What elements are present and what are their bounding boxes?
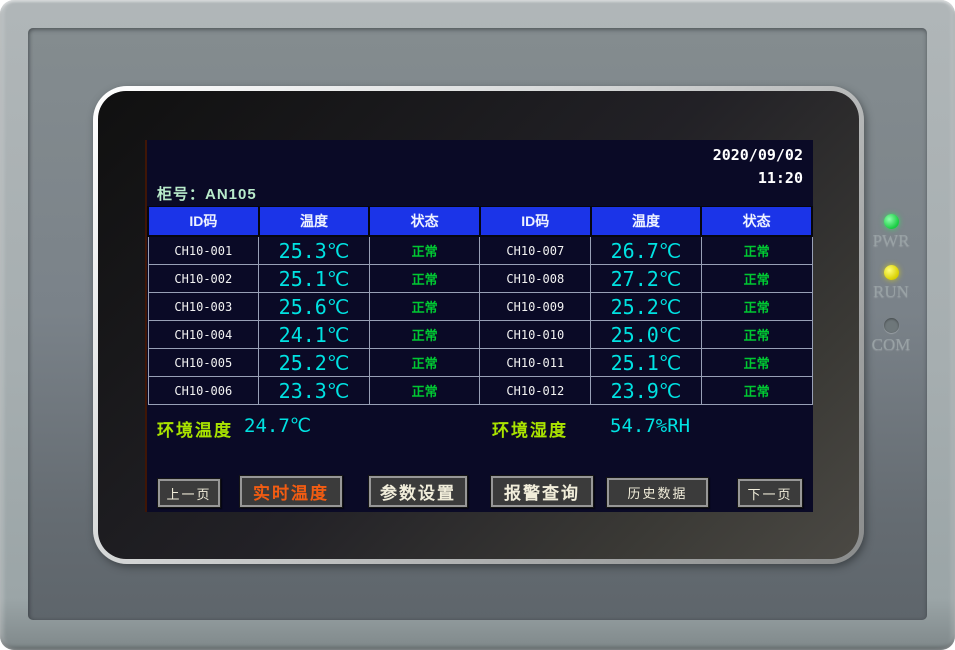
channel-status: 正常 <box>701 321 812 349</box>
ambient-readings: 环境温度 24.7℃ 环境湿度 54.7%RH <box>147 405 813 449</box>
next-page-button[interactable]: 下一页 <box>737 478 803 508</box>
table-row: CH10-006 23.3℃ 正常 CH10-012 23.9℃ 正常 <box>148 377 812 405</box>
table-row: CH10-002 25.1℃ 正常 CH10-008 27.2℃ 正常 <box>148 265 812 293</box>
table-row: CH10-003 25.6℃ 正常 CH10-009 25.2℃ 正常 <box>148 293 812 321</box>
channel-status: 正常 <box>701 349 812 377</box>
channel-status: 正常 <box>701 265 812 293</box>
channel-status: 正常 <box>369 265 480 293</box>
com-led-group: COM <box>866 318 916 355</box>
channel-id: CH10-011 <box>480 349 591 377</box>
ambient-temperature-value: 24.7℃ <box>244 415 311 437</box>
table-header-row: ID码 温度 状态 ID码 温度 状态 <box>148 207 812 237</box>
power-led-group: PWR <box>866 214 916 251</box>
channel-status: 正常 <box>369 349 480 377</box>
column-header-temp: 温度 <box>591 207 702 237</box>
channel-temp: 24.1℃ <box>259 321 370 349</box>
table-row: CH10-001 25.3℃ 正常 CH10-007 26.7℃ 正常 <box>148 236 812 265</box>
channel-id: CH10-003 <box>148 293 259 321</box>
navigation-button-bar: 上一页 实时温度 参数设置 报警查询 历史数据 下一页 <box>147 475 813 509</box>
channel-id: CH10-002 <box>148 265 259 293</box>
realtime-temperature-button[interactable]: 实时温度 <box>239 475 343 508</box>
channel-status: 正常 <box>369 236 480 265</box>
column-header-temp: 温度 <box>259 207 370 237</box>
column-header-id: ID码 <box>148 207 259 237</box>
column-header-id: ID码 <box>480 207 591 237</box>
channel-temp: 25.2℃ <box>591 293 702 321</box>
time-text: 11:20 <box>713 167 803 190</box>
date-text: 2020/09/02 <box>713 144 803 167</box>
run-led-icon <box>884 265 899 280</box>
ambient-humidity-label: 环境湿度 <box>492 416 568 441</box>
channel-id: CH10-009 <box>480 293 591 321</box>
channel-temp: 23.3℃ <box>259 377 370 405</box>
power-led-icon <box>884 214 899 229</box>
column-header-status: 状态 <box>701 207 812 237</box>
prev-page-button[interactable]: 上一页 <box>157 478 221 508</box>
datetime-display: 2020/09/02 11:20 <box>713 144 803 190</box>
screen-header: 2020/09/02 11:20 柜号：AN105 <box>147 140 813 206</box>
com-led-icon <box>884 318 899 333</box>
channel-id: CH10-012 <box>480 377 591 405</box>
channel-id: CH10-006 <box>148 377 259 405</box>
table-row: CH10-004 24.1℃ 正常 CH10-010 25.0℃ 正常 <box>148 321 812 349</box>
com-led-label: COM <box>866 335 916 355</box>
channel-temp: 25.1℃ <box>259 265 370 293</box>
channel-temp: 27.2℃ <box>591 265 702 293</box>
channel-id: CH10-007 <box>480 236 591 265</box>
channel-status: 正常 <box>701 236 812 265</box>
channel-temp: 25.3℃ <box>259 236 370 265</box>
channel-temp: 25.2℃ <box>259 349 370 377</box>
channel-id: CH10-008 <box>480 265 591 293</box>
run-led-group: RUN <box>866 265 916 302</box>
channel-temp: 25.0℃ <box>591 321 702 349</box>
power-led-label: PWR <box>866 231 916 251</box>
channel-id: CH10-010 <box>480 321 591 349</box>
ambient-temperature-label: 环境温度 <box>157 416 233 441</box>
channel-temp: 26.7℃ <box>591 236 702 265</box>
table-row: CH10-005 25.2℃ 正常 CH10-011 25.1℃ 正常 <box>148 349 812 377</box>
column-header-status: 状态 <box>369 207 480 237</box>
cabinet-label: 柜号：AN105 <box>157 183 257 204</box>
channel-status: 正常 <box>369 377 480 405</box>
channel-status: 正常 <box>369 293 480 321</box>
channel-status: 正常 <box>369 321 480 349</box>
channel-temp: 23.9℃ <box>591 377 702 405</box>
channel-id: CH10-001 <box>148 236 259 265</box>
channel-temperature-table: ID码 温度 状态 ID码 温度 状态 CH10-001 25.3℃ 正常 CH… <box>147 206 813 405</box>
channel-temp: 25.6℃ <box>259 293 370 321</box>
channel-temp: 25.1℃ <box>591 349 702 377</box>
alarm-query-button[interactable]: 报警查询 <box>490 475 594 508</box>
parameter-settings-button[interactable]: 参数设置 <box>368 475 468 508</box>
hmi-screen: 2020/09/02 11:20 柜号：AN105 ID码 温度 状态 ID码 … <box>145 140 813 512</box>
channel-id: CH10-004 <box>148 321 259 349</box>
hmi-device-chassis: 2020/09/02 11:20 柜号：AN105 ID码 温度 状态 ID码 … <box>0 0 955 650</box>
channel-status: 正常 <box>701 377 812 405</box>
channel-status: 正常 <box>701 293 812 321</box>
channel-id: CH10-005 <box>148 349 259 377</box>
history-data-button[interactable]: 历史数据 <box>606 477 709 508</box>
ambient-humidity-value: 54.7%RH <box>610 415 690 437</box>
run-led-label: RUN <box>866 282 916 302</box>
